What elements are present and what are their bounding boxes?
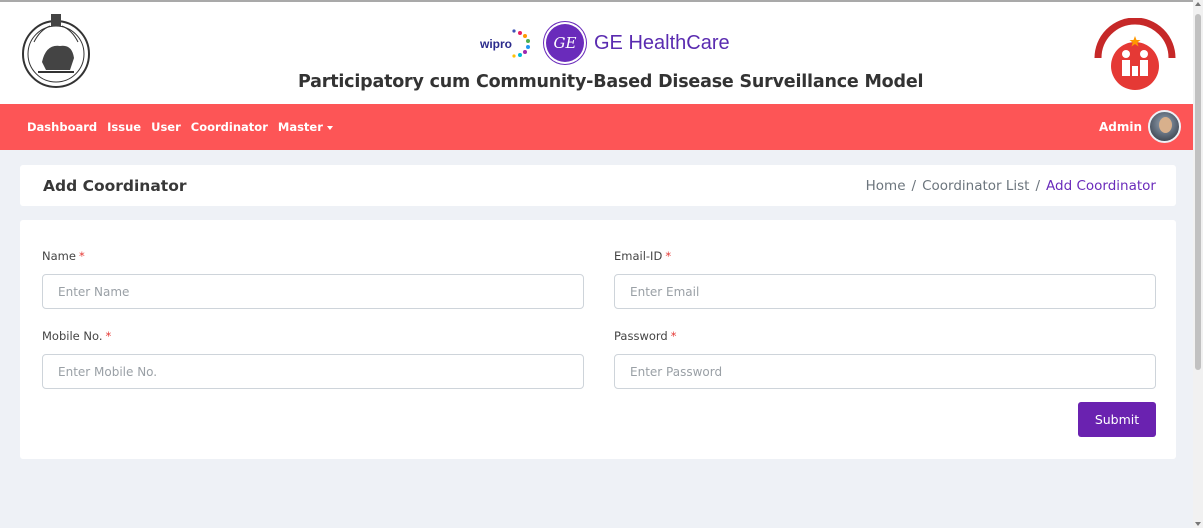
name-label-text: Name xyxy=(42,249,76,263)
nav-item-master-label: Master xyxy=(277,120,323,134)
password-label-text: Password xyxy=(614,329,668,343)
ge-monogram-icon: GE xyxy=(546,24,584,62)
mobile-label: Mobile No. * xyxy=(42,329,584,343)
scroll-down-arrow-icon[interactable] xyxy=(1195,522,1201,526)
breadcrumb-separator: / xyxy=(1035,177,1041,194)
avatar[interactable] xyxy=(1148,110,1181,143)
odisha-emblem-icon xyxy=(22,14,90,88)
user-menu[interactable]: Admin xyxy=(1099,110,1181,143)
mobile-input[interactable] xyxy=(42,354,584,389)
scroll-up-arrow-icon[interactable] xyxy=(1195,2,1201,6)
nhm-logo-icon xyxy=(1094,18,1176,90)
name-label: Name * xyxy=(42,249,584,263)
site-header: wipro GE GE HealthCare Participatory cum… xyxy=(0,0,1193,104)
page-title: Add Coordinator xyxy=(43,176,187,195)
mobile-field-group: Mobile No. * xyxy=(42,329,584,389)
password-field-group: Password * xyxy=(614,329,1156,389)
page-scrollbar[interactable] xyxy=(1193,0,1203,528)
partner-logos: wipro GE GE HealthCare xyxy=(480,22,730,64)
caret-down-icon xyxy=(326,125,333,130)
submit-button[interactable]: Submit xyxy=(1078,402,1156,437)
user-name-label: Admin xyxy=(1098,119,1142,134)
breadcrumb-current: Add Coordinator xyxy=(1046,177,1156,194)
nav-item-coordinator[interactable]: Coordinator xyxy=(191,120,268,134)
main-navbar: Dashboard Issue User Coordinator Master … xyxy=(0,104,1193,150)
nav-item-master-dropdown[interactable]: Master xyxy=(278,120,333,134)
name-field-group: Name * xyxy=(42,249,584,309)
email-field-group: Email-ID * xyxy=(614,249,1156,309)
wipro-logo-icon: wipro xyxy=(480,29,530,58)
nav-links: Dashboard Issue User Coordinator Master xyxy=(27,120,333,134)
nav-item-dashboard[interactable]: Dashboard xyxy=(27,120,97,134)
breadcrumb-home[interactable]: Home xyxy=(866,178,906,194)
email-input[interactable] xyxy=(614,274,1156,309)
required-marker: * xyxy=(670,329,677,343)
mobile-label-text: Mobile No. xyxy=(42,329,103,343)
scrollbar-thumb[interactable] xyxy=(1195,14,1201,370)
required-marker: * xyxy=(665,249,672,263)
required-marker: * xyxy=(105,329,112,343)
svg-text:wipro: wipro xyxy=(480,37,512,51)
site-title: Participatory cum Community-Based Diseas… xyxy=(298,72,924,92)
email-label: Email-ID * xyxy=(614,249,1156,263)
ge-healthcare-logo-text: GE HealthCare xyxy=(594,31,730,54)
password-label: Password * xyxy=(614,329,1156,343)
required-marker: * xyxy=(78,249,85,263)
password-input[interactable] xyxy=(614,354,1156,389)
add-coordinator-form: Name* Email-ID* Mobile No.* Password* Su… xyxy=(20,220,1176,459)
breadcrumb: Home / Coordinator List / Add Coordinator xyxy=(866,178,1156,194)
page-header: Add Coordinator Home / Coordinator List / Ad… xyxy=(20,165,1176,206)
breadcrumb-coordinator-list[interactable]: Coordinator List xyxy=(922,178,1029,194)
email-label-text: Email-ID xyxy=(614,249,663,263)
nav-item-issue[interactable]: Issue xyxy=(107,120,141,134)
breadcrumb-separator: / xyxy=(911,177,917,194)
name-input[interactable] xyxy=(42,274,584,309)
nav-item-user[interactable]: User xyxy=(151,120,181,134)
